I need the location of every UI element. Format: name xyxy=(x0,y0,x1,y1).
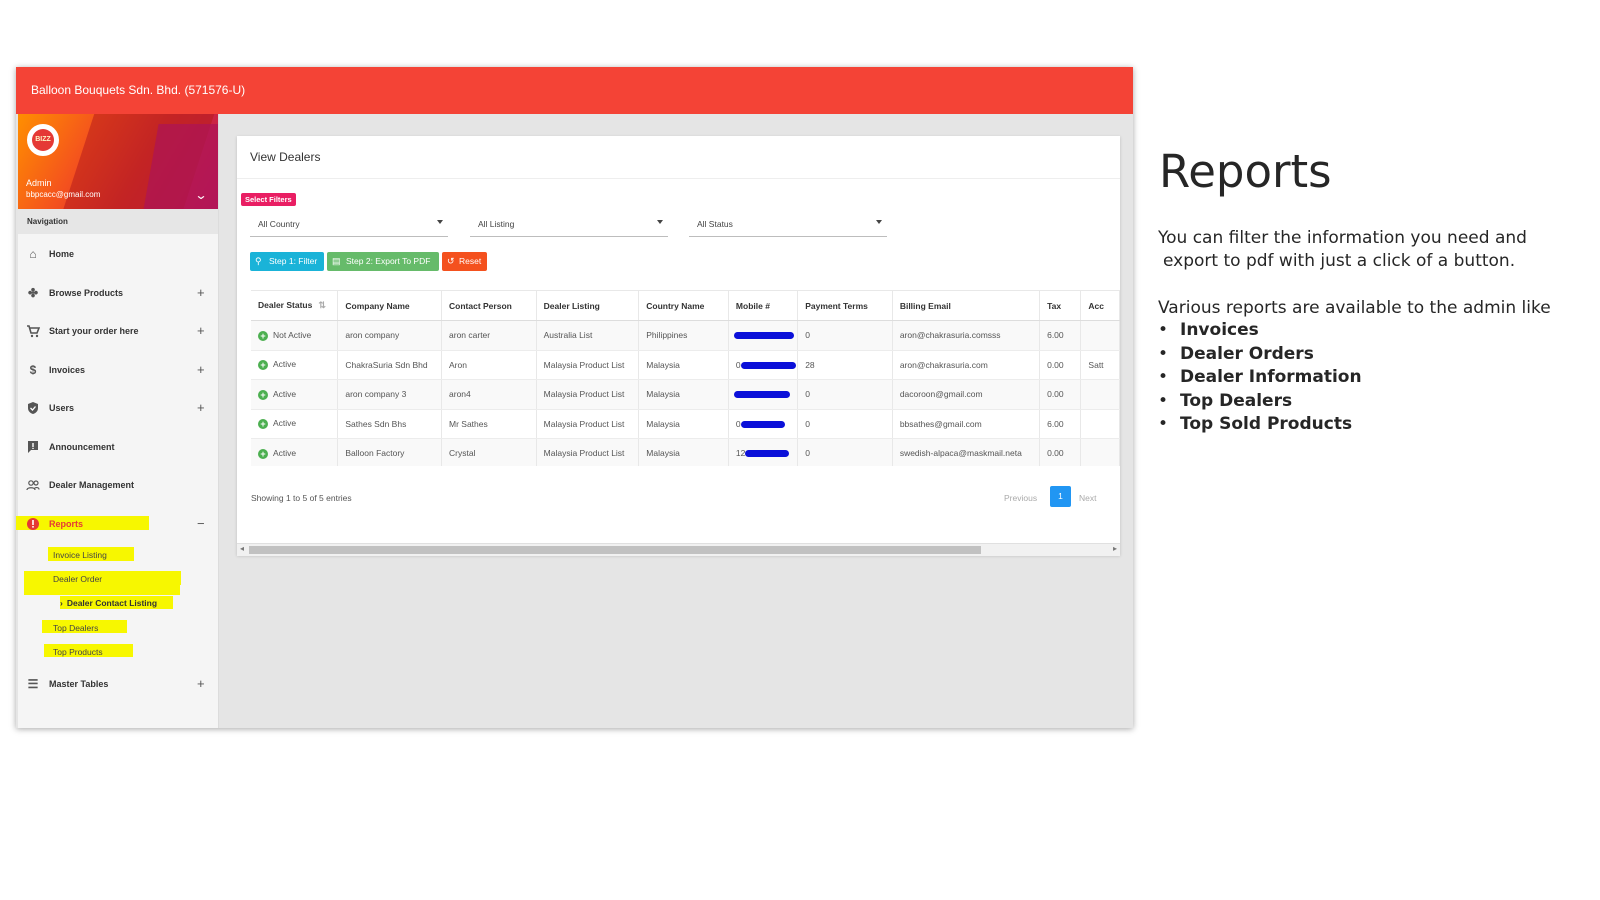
sidebar-subitem-invoice-listing[interactable]: Invoice Listing xyxy=(53,550,107,560)
view-dealers-card: View Dealers Select Filters All Country … xyxy=(237,136,1120,556)
slide-description-line2: export to pdf with just a click of a but… xyxy=(1163,251,1516,271)
expand-plus-icon[interactable]: + xyxy=(197,323,205,338)
search-icon: ⚲ xyxy=(255,256,262,266)
page-title: View Dealers xyxy=(250,150,321,164)
top-bar: Balloon Bouquets Sdn. Bhd. (571576-U) xyxy=(16,67,1133,114)
col-contact-person[interactable]: Contact Person xyxy=(441,290,537,321)
expand-plus-icon[interactable]: + xyxy=(197,676,205,691)
add-circle-icon[interactable]: + xyxy=(258,330,268,341)
caret-down-icon xyxy=(876,220,882,224)
scroll-left-icon[interactable]: ◂ xyxy=(240,544,244,553)
cart-icon xyxy=(26,324,41,338)
home-icon: ⌂ xyxy=(29,247,37,261)
table-header-row: Dealer Status ⇅ Company Name Contact Pers… xyxy=(251,290,1120,321)
reset-button[interactable]: ↺ Reset xyxy=(442,252,487,271)
caret-down-icon xyxy=(437,220,443,224)
col-mobile[interactable]: Mobile # xyxy=(728,290,799,321)
table-row[interactable]: + Not Active aron company aron carter Aus… xyxy=(251,320,1120,351)
slide-title: Reports xyxy=(1159,145,1332,198)
export-pdf-button[interactable]: ▤ Step 2: Export To PDF xyxy=(327,252,439,271)
col-payment-terms[interactable]: Payment Terms xyxy=(797,290,893,321)
pagination-next[interactable]: Next xyxy=(1079,493,1096,503)
redaction-scribble xyxy=(740,361,796,369)
profile-header: BIZZ Admin bbpcacc@gmail.com ⌄ xyxy=(18,114,218,209)
col-company-name[interactable]: Company Name xyxy=(337,290,443,321)
redaction-scribble xyxy=(744,450,789,457)
shield-icon xyxy=(26,401,40,415)
redaction-scribble xyxy=(733,332,794,339)
scroll-right-icon[interactable]: ▸ xyxy=(1113,544,1117,553)
chevron-right-icon: › xyxy=(60,598,63,608)
sidebar-item-users[interactable]: Users + xyxy=(18,393,218,423)
sidebar-item-browse-products[interactable]: ✤ Browse Products + xyxy=(18,278,218,308)
sidebar-item-home[interactable]: ⌂ Home xyxy=(18,239,218,269)
col-dealer-status[interactable]: Dealer Status ⇅ xyxy=(251,290,339,321)
sidebar: BIZZ Admin bbpcacc@gmail.com ⌄ Navigatio… xyxy=(16,114,219,728)
add-circle-icon[interactable]: + xyxy=(258,389,268,400)
company-logo: BIZZ xyxy=(27,124,59,156)
col-dealer-listing[interactable]: Dealer Listing xyxy=(536,290,640,321)
sidebar-subitem-top-products[interactable]: Top Products xyxy=(53,647,103,657)
entries-info: Showing 1 to 5 of 5 entries xyxy=(251,493,352,503)
redaction-scribble xyxy=(733,391,790,398)
sidebar-item-reports[interactable]: Reports − xyxy=(18,509,218,539)
sidebar-subitem-top-dealers[interactable]: Top Dealers xyxy=(53,623,98,633)
horizontal-scrollbar[interactable]: ◂ ▸ xyxy=(237,543,1120,556)
filter-button[interactable]: ⚲ Step 1: Filter xyxy=(250,252,324,271)
pdf-icon: ▤ xyxy=(332,256,341,266)
expand-plus-icon[interactable]: + xyxy=(197,362,205,377)
collapse-minus-icon[interactable]: − xyxy=(197,516,205,531)
sidebar-item-start-order[interactable]: Start your order here + xyxy=(18,316,218,346)
sidebar-subitem-dealer-contact-listing[interactable]: › Dealer Contact Listing xyxy=(60,598,157,608)
country-select[interactable]: All Country xyxy=(250,214,448,237)
col-country-name[interactable]: Country Name xyxy=(638,290,729,321)
add-circle-icon[interactable]: + xyxy=(258,419,268,430)
table-row[interactable]: + Active Sathes Sdn Bhs Mr Sathes Malaysi… xyxy=(251,409,1120,439)
add-circle-icon[interactable]: + xyxy=(258,360,268,371)
table-row[interactable]: + Active aron company 3 aron4 Malaysia Pr… xyxy=(251,379,1120,410)
scrollbar-thumb[interactable] xyxy=(249,546,981,554)
pagination-previous[interactable]: Previous xyxy=(1004,493,1037,503)
add-circle-icon[interactable]: + xyxy=(258,448,268,459)
sidebar-subitem-dealer-order[interactable]: Dealer Order xyxy=(53,574,102,584)
expand-plus-icon[interactable]: + xyxy=(197,285,205,300)
redaction-scribble xyxy=(740,420,785,428)
expand-plus-icon[interactable]: + xyxy=(197,400,205,415)
slide-description-2: Various reports are available to the adm… xyxy=(1158,298,1551,318)
dealers-table-wrapper: Dealer Status ⇅ Company Name Contact Pers… xyxy=(251,290,1120,466)
table-row[interactable]: + Active ChakraSuria Sdn Bhd Aron Malaysi… xyxy=(251,350,1120,380)
chevron-down-icon[interactable]: ⌄ xyxy=(194,188,207,202)
sidebar-item-dealer-management[interactable]: Dealer Management xyxy=(18,470,218,500)
select-filters-badge: Select Filters xyxy=(241,193,296,206)
listing-select[interactable]: All Listing xyxy=(470,214,668,237)
sidebar-item-announcement[interactable]: Announcement xyxy=(18,432,218,462)
sort-icon[interactable]: ⇅ xyxy=(318,300,326,310)
app-window: Balloon Bouquets Sdn. Bhd. (571576-U) BI… xyxy=(16,67,1133,728)
list-icon: ☰ xyxy=(27,677,39,691)
dealers-table: Dealer Status ⇅ Company Name Contact Pers… xyxy=(251,290,1120,466)
dollar-icon: $ xyxy=(29,363,37,377)
app-title: Balloon Bouquets Sdn. Bhd. (571576-U) xyxy=(31,83,246,97)
status-select[interactable]: All Status xyxy=(689,214,887,237)
sidebar-item-master-tables[interactable]: ☰ Master Tables + xyxy=(18,669,218,699)
navigation-header: Navigation xyxy=(18,209,218,234)
col-billing-email[interactable]: Billing Email xyxy=(892,290,1041,321)
admin-email: bbpcacc@gmail.com xyxy=(26,190,101,199)
admin-name: Admin xyxy=(26,178,52,188)
caret-down-icon xyxy=(657,220,663,224)
col-tax[interactable]: Tax xyxy=(1039,290,1082,321)
pinwheel-icon: ✤ xyxy=(27,286,39,300)
feedback-icon xyxy=(26,440,40,454)
slide-description-line1: You can filter the information you need … xyxy=(1158,228,1527,248)
pagination-page-1[interactable]: 1 xyxy=(1050,486,1071,507)
alert-icon xyxy=(26,517,40,531)
reset-icon: ↺ xyxy=(447,256,455,266)
col-acc[interactable]: Acc xyxy=(1080,290,1120,321)
people-icon xyxy=(26,478,40,492)
sidebar-item-invoices[interactable]: $ Invoices + xyxy=(18,355,218,385)
table-row[interactable]: + Active Balloon Factory Crystal Malaysia… xyxy=(251,438,1120,466)
